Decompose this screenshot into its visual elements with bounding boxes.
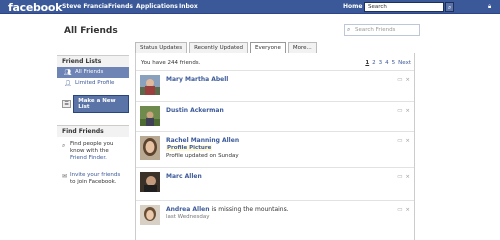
page-1[interactable]: 1: [365, 60, 369, 66]
invite-text: to join Facebook.: [70, 179, 117, 185]
avatar[interactable]: [140, 172, 160, 192]
friend-name[interactable]: Andrea Allen: [166, 206, 209, 213]
remove-icon[interactable]: ×: [405, 108, 410, 114]
list-edit-icon[interactable]: ▭: [397, 77, 402, 83]
sidebar-item-label: All Friends: [75, 69, 104, 75]
status-text: is missing the mountains.: [211, 206, 289, 213]
list-edit-icon[interactable]: ▭: [397, 207, 402, 213]
page-title: All Friends: [64, 26, 118, 36]
tab-recently-updated[interactable]: Recently Updated: [189, 42, 249, 53]
new-list-row: ☰ Make a New List: [62, 95, 129, 113]
friend-status-line: Andrea Allen is missing the mountains.: [166, 206, 289, 213]
sidebar-item-limited-profile[interactable]: 👤︎ Limited Profile: [57, 78, 129, 89]
avatar[interactable]: [140, 75, 160, 95]
row-actions: ▭ ×: [397, 108, 410, 114]
remove-icon[interactable]: ×: [405, 207, 410, 213]
top-bar: facebook Steve Francia Friends Applicati…: [0, 0, 500, 14]
page-2[interactable]: 2: [372, 60, 376, 66]
facebook-logo[interactable]: facebook: [8, 1, 62, 14]
sidebar-item-all-friends[interactable]: 👥︎ All Friends: [57, 67, 129, 78]
nav-applications[interactable]: Applications: [136, 3, 178, 10]
global-search-input[interactable]: Search: [364, 2, 444, 12]
friend-row: Mary Martha Abell ▭ ×: [136, 70, 414, 101]
row-actions: ▭ ×: [397, 207, 410, 213]
profile-picture-link[interactable]: Profile Picture: [166, 145, 213, 151]
friend-count: You have 244 friends.: [141, 60, 201, 66]
person-icon: 👤︎: [64, 80, 72, 87]
invite-item: ✉ Invite your friends to join Facebook.: [57, 168, 129, 186]
page-3[interactable]: 3: [379, 60, 383, 66]
remove-icon[interactable]: ×: [405, 77, 410, 83]
friends-icon: 👥︎: [64, 69, 72, 76]
friend-row: Marc Allen ▭ ×: [136, 167, 414, 200]
nav-friends[interactable]: Friends: [108, 3, 133, 10]
lock-icon[interactable]: 🔒︎: [488, 3, 495, 11]
page-5[interactable]: 5: [392, 60, 396, 66]
row-actions: ▭ ×: [397, 174, 410, 180]
next-page-link[interactable]: Next: [398, 60, 411, 66]
friend-name[interactable]: Rachel Manning Allen: [166, 137, 239, 144]
friend-name[interactable]: Dustin Ackerman: [166, 107, 224, 114]
friend-name[interactable]: Marc Allen: [166, 173, 202, 180]
friend-lists-header: Friend Lists: [57, 55, 129, 67]
make-new-list-button[interactable]: Make a New List: [73, 95, 129, 113]
invite-friends-link[interactable]: Invite your friends: [70, 172, 120, 178]
friend-tabs: Status Updates Recently Updated Everyone…: [135, 42, 317, 53]
list-icon: ☰: [62, 100, 72, 108]
remove-icon[interactable]: ×: [405, 174, 410, 180]
nav-inbox[interactable]: Inbox: [179, 3, 198, 10]
find-friends-header: Find Friends: [57, 125, 129, 137]
status-time: last Wednesday: [166, 214, 210, 220]
nav-profile[interactable]: Steve Francia: [62, 3, 108, 10]
friend-search-input[interactable]: ⌕ Search Friends: [344, 24, 420, 36]
sidebar: Friend Lists 👥︎ All Friends 👤︎ Limited P…: [57, 55, 129, 186]
tab-status-updates[interactable]: Status Updates: [135, 42, 188, 53]
friends-list-panel: You have 244 friends. 1 2 3 4 5 Next Mar…: [135, 53, 415, 240]
pagination: 1 2 3 4 5 Next: [365, 60, 411, 66]
avatar[interactable]: [140, 106, 160, 126]
update-text: Profile updated on Sunday: [166, 153, 239, 159]
friend-row: Dustin Ackerman ▭ ×: [136, 101, 414, 131]
friend-finder-link[interactable]: Friend Finder.: [70, 155, 107, 161]
list-edit-icon[interactable]: ▭: [397, 108, 402, 114]
search-icon: ⌕: [347, 26, 351, 33]
row-actions: ▭ ×: [397, 138, 410, 144]
row-actions: ▭ ×: [397, 77, 410, 83]
friend-finder-item: ⌕ Find people you know with the Friend F…: [57, 137, 129, 162]
list-edit-icon[interactable]: ▭: [397, 174, 402, 180]
page-4[interactable]: 4: [385, 60, 389, 66]
remove-icon[interactable]: ×: [405, 138, 410, 144]
avatar[interactable]: [140, 136, 160, 160]
sidebar-item-label: Limited Profile: [75, 80, 115, 86]
friend-row: Rachel Manning Allen Profile Picture Pro…: [136, 131, 414, 167]
friend-search-placeholder: Search Friends: [355, 27, 396, 33]
nav-home[interactable]: Home: [343, 3, 362, 10]
avatar[interactable]: [140, 205, 160, 225]
find-icon: ⌕: [62, 142, 66, 149]
search-button[interactable]: ⌕: [445, 2, 454, 12]
friend-name[interactable]: Mary Martha Abell: [166, 76, 228, 83]
find-text: Find people you know with the: [70, 141, 114, 154]
list-edit-icon[interactable]: ▭: [397, 138, 402, 144]
invite-icon: ✉: [62, 173, 68, 180]
tab-more[interactable]: More...: [287, 42, 317, 53]
tab-everyone[interactable]: Everyone: [250, 42, 286, 53]
friend-row: Andrea Allen is missing the mountains. l…: [136, 200, 414, 240]
search-icon: ⌕: [448, 4, 452, 11]
